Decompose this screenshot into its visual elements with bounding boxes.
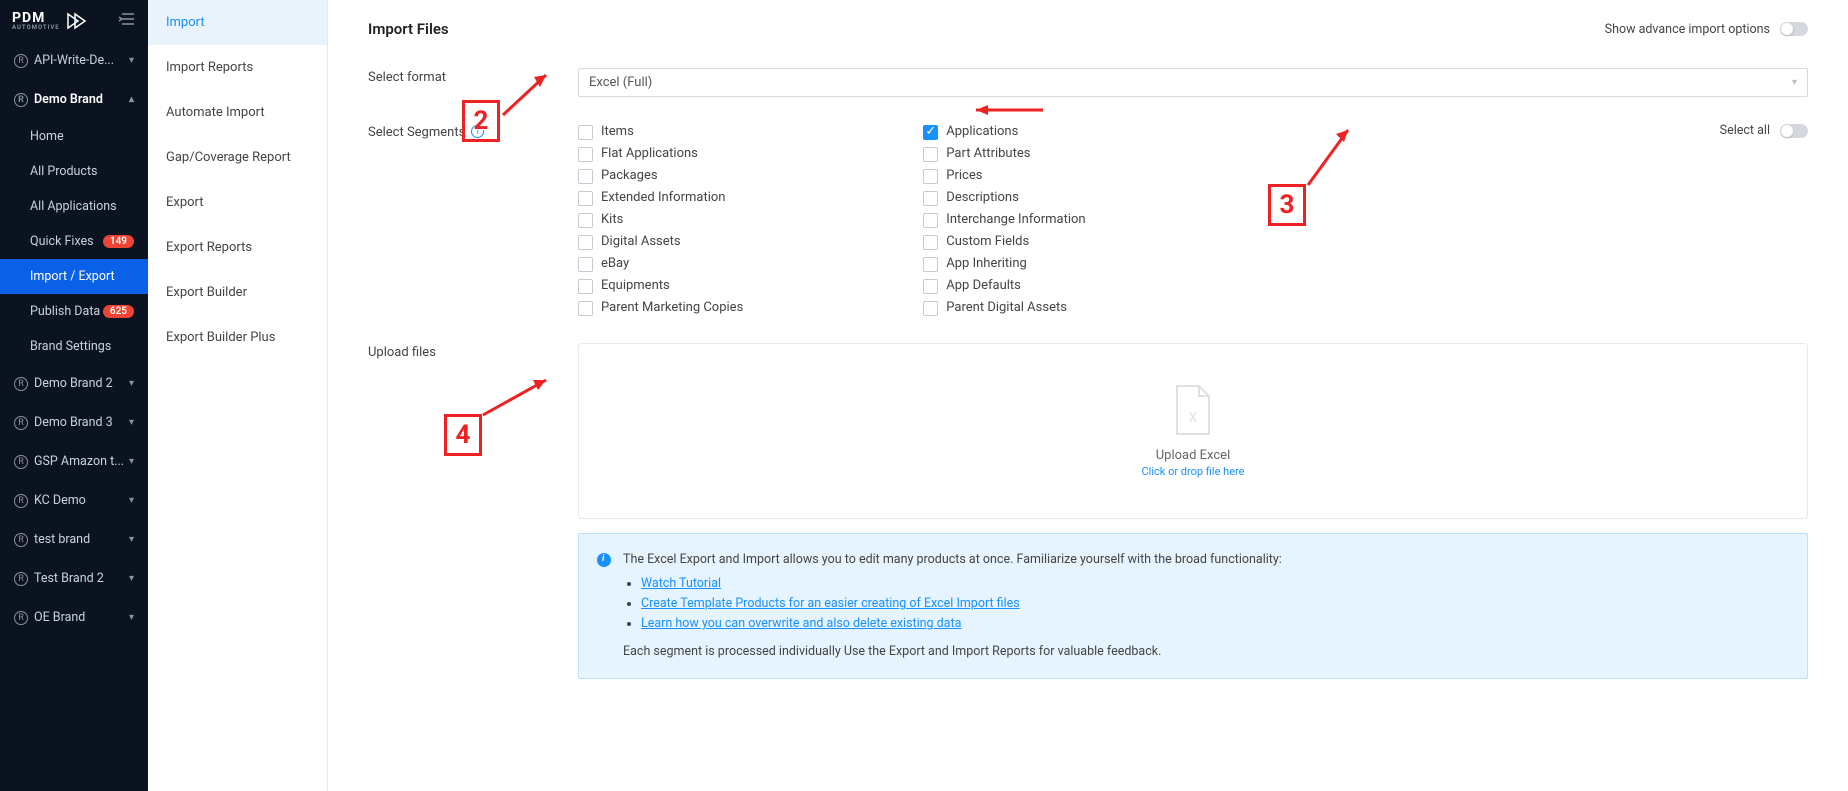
segment-checkbox[interactable]: Parent Digital Assets [923, 299, 1085, 317]
sidebar-item[interactable]: Import / Export [0, 259, 148, 294]
segment-checkbox[interactable]: Custom Fields [923, 233, 1085, 251]
segment-checkbox[interactable]: Packages [578, 167, 743, 185]
chevron-up-icon: ▴ [129, 94, 134, 105]
advanced-options-label: Show advance import options [1605, 22, 1770, 37]
segment-checkbox[interactable]: Extended Information [578, 189, 743, 207]
brand-item[interactable]: RAPI-Write-De...▾ [0, 41, 148, 80]
brand-item[interactable]: ROE Brand▾ [0, 598, 148, 637]
segment-checkbox[interactable]: Prices [923, 167, 1085, 185]
info-link[interactable]: Watch Tutorial [641, 576, 721, 591]
brand-item[interactable]: RTest Brand 2▾ [0, 559, 148, 598]
app-logo: PDM AUTOMOTIVE [12, 10, 88, 31]
sidebar-item[interactable]: Home [0, 119, 148, 154]
nav-item[interactable]: Import Reports [148, 45, 327, 90]
chevron-down-icon: ▾ [129, 417, 134, 428]
nav-item[interactable]: Export Reports [148, 225, 327, 270]
page-title: Import Files [368, 20, 449, 38]
secondary-sidebar: ImportImport ReportsAutomate ImportGap/C… [148, 0, 328, 791]
brand-item[interactable]: RKC Demo▾ [0, 481, 148, 520]
segment-checkbox[interactable]: Equipments [578, 277, 743, 295]
select-all-toggle[interactable] [1780, 124, 1808, 138]
nav-item[interactable]: Export [148, 180, 327, 225]
brand-item[interactable]: RDemo Brand▴ [0, 80, 148, 119]
nav-item[interactable]: Automate Import [148, 90, 327, 135]
segment-checkbox[interactable]: Items [578, 123, 743, 141]
chevron-down-icon: ▾ [129, 55, 134, 66]
sidebar-item[interactable]: Publish Data625 [0, 294, 148, 329]
primary-sidebar: PDM AUTOMOTIVE RAPI-Write-De...▾RDemo Br… [0, 0, 148, 791]
nav-item[interactable]: Import [148, 0, 327, 45]
segments-label: Select Segments [368, 125, 465, 140]
main-content: Import Files Show advance import options… [328, 0, 1848, 791]
segment-checkbox[interactable]: Kits [578, 211, 743, 229]
nav-item[interactable]: Gap/Coverage Report [148, 135, 327, 180]
format-label: Select format [368, 68, 578, 97]
nav-item[interactable]: Export Builder Plus [148, 315, 327, 360]
brand-item[interactable]: Rtest brand▾ [0, 520, 148, 559]
advanced-options-toggle[interactable] [1780, 22, 1808, 36]
brand-item[interactable]: RGSP Amazon t...▾ [0, 442, 148, 481]
info-icon[interactable]: i [471, 125, 484, 138]
logo-icon [66, 12, 88, 30]
upload-label: Upload files [368, 343, 578, 679]
sidebar-item[interactable]: Quick Fixes149 [0, 224, 148, 259]
format-select[interactable]: Excel (Full) ▾ [578, 68, 1808, 97]
segment-checkbox[interactable]: ✓Applications [923, 123, 1085, 141]
select-all-label: Select all [1720, 123, 1770, 138]
segment-checkbox[interactable]: App Inheriting [923, 255, 1085, 273]
sidebar-item[interactable]: All Applications [0, 189, 148, 224]
segment-checkbox[interactable]: Parent Marketing Copies [578, 299, 743, 317]
segment-checkbox[interactable]: Part Attributes [923, 145, 1085, 163]
chevron-down-icon: ▾ [1792, 77, 1797, 88]
sidebar-item[interactable]: Brand Settings [0, 329, 148, 364]
info-link[interactable]: Learn how you can overwrite and also del… [641, 616, 961, 631]
chevron-down-icon: ▾ [129, 534, 134, 545]
segment-checkbox[interactable]: eBay [578, 255, 743, 273]
segment-checkbox[interactable]: Interchange Information [923, 211, 1085, 229]
chevron-down-icon: ▾ [129, 378, 134, 389]
annotation-arrow [968, 100, 1048, 120]
nav-item[interactable]: Export Builder [148, 270, 327, 315]
chevron-down-icon: ▾ [129, 612, 134, 623]
segment-checkbox[interactable]: Flat Applications [578, 145, 743, 163]
upload-dropzone[interactable]: X Upload Excel Click or drop file here [578, 343, 1808, 519]
chevron-down-icon: ▾ [129, 573, 134, 584]
info-panel: The Excel Export and Import allows you t… [578, 533, 1808, 679]
brand-item[interactable]: RDemo Brand 3▾ [0, 403, 148, 442]
file-icon: X [1171, 384, 1215, 436]
info-icon [597, 553, 611, 567]
info-link[interactable]: Create Template Products for an easier c… [641, 596, 1020, 611]
svg-text:X: X [1189, 410, 1198, 426]
collapse-sidebar-icon[interactable] [118, 12, 136, 30]
segment-checkbox[interactable]: App Defaults [923, 277, 1085, 295]
chevron-down-icon: ▾ [129, 456, 134, 467]
segment-checkbox[interactable]: Descriptions [923, 189, 1085, 207]
segment-checkbox[interactable]: Digital Assets [578, 233, 743, 251]
brand-item[interactable]: RDemo Brand 2▾ [0, 364, 148, 403]
sidebar-item[interactable]: All Products [0, 154, 148, 189]
chevron-down-icon: ▾ [129, 495, 134, 506]
